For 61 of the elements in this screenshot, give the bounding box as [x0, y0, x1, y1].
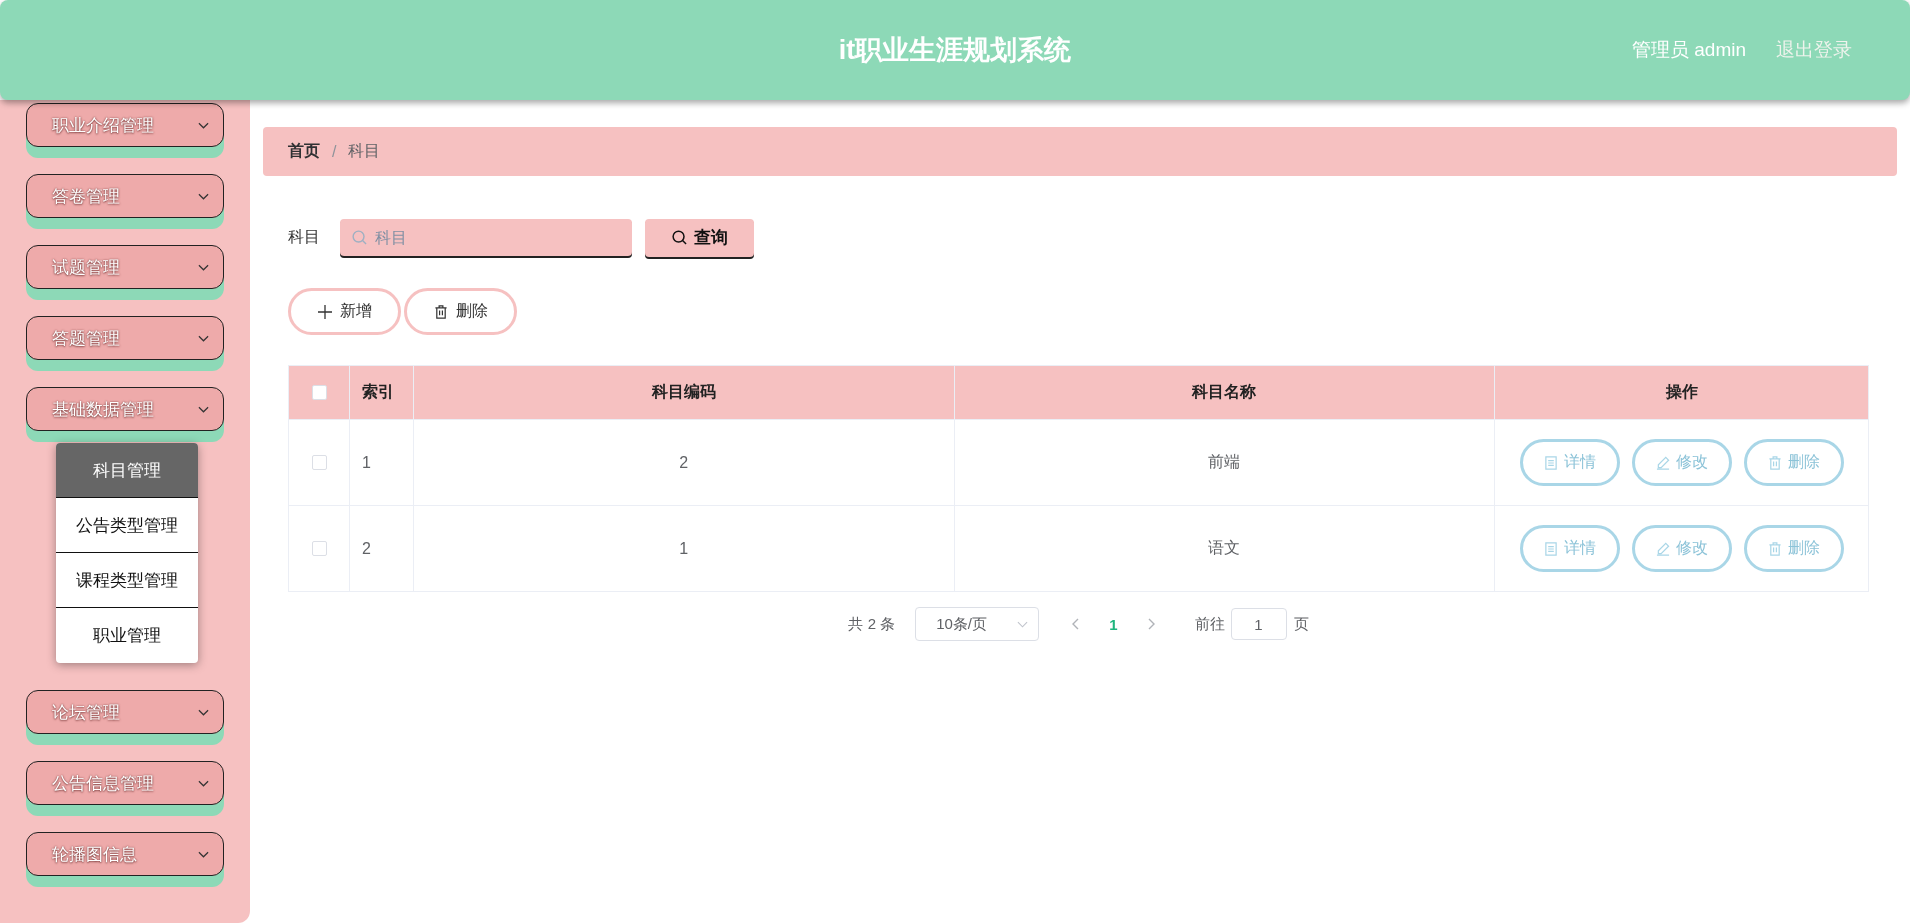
column-header: 科目名称	[954, 366, 1495, 420]
column-header: 索引	[350, 366, 414, 420]
pen-icon	[1655, 455, 1670, 470]
breadcrumb-current: 科目	[348, 141, 381, 161]
document-icon	[1543, 455, 1558, 470]
add-button[interactable]: 新增	[288, 288, 401, 335]
pen-icon	[1655, 541, 1670, 556]
user-label: 管理员 admin	[1631, 38, 1746, 62]
page-size-select[interactable]: 10条/页	[915, 607, 1040, 641]
table-cell: 1	[414, 506, 955, 592]
submenu-item[interactable]: 职业管理	[56, 608, 198, 663]
row-checkbox[interactable]	[311, 541, 327, 556]
trash-icon	[1767, 541, 1782, 556]
goto-label: 前往	[1194, 614, 1225, 634]
document-icon	[1543, 541, 1558, 556]
table-cell: 前端	[954, 420, 1495, 506]
table-cell: 语文	[954, 506, 1495, 592]
search-icon	[671, 230, 687, 245]
submenu-item[interactable]: 公告类型管理	[56, 498, 198, 553]
table-cell: 2	[350, 506, 414, 592]
search-field[interactable]: 科目	[340, 219, 632, 256]
chevron-down-icon	[198, 263, 209, 271]
chevron-right-icon[interactable]	[1147, 618, 1155, 630]
trash-icon	[433, 304, 448, 319]
search-icon	[352, 230, 367, 245]
logout-link[interactable]: 退出登录	[1776, 37, 1852, 63]
page-number[interactable]: 1	[1109, 615, 1118, 633]
select-all-checkbox[interactable]	[311, 385, 327, 400]
page-jump-input[interactable]: 1	[1230, 608, 1287, 640]
delete-button[interactable]: 删除	[1743, 525, 1844, 572]
search-label: 科目	[288, 227, 320, 247]
chevron-down-icon	[198, 334, 209, 342]
chevron-left-icon[interactable]	[1072, 618, 1080, 630]
edit-button[interactable]: 修改	[1631, 525, 1732, 572]
delete-button[interactable]: 删除	[404, 288, 517, 335]
trash-icon	[1767, 455, 1782, 470]
app-title: it职业生涯规划系统	[838, 34, 1072, 67]
query-button[interactable]: 查询	[645, 218, 754, 257]
breadcrumb-separator: /	[332, 142, 337, 161]
breadcrumb-link[interactable]: 首页	[288, 141, 320, 162]
total-count: 共 2 条	[848, 614, 896, 634]
chevron-down-icon	[198, 850, 209, 858]
chevron-down-icon	[198, 405, 209, 413]
chevron-down-icon	[198, 121, 209, 129]
plus-icon	[317, 304, 332, 319]
submenu-item[interactable]: 课程类型管理	[56, 553, 198, 608]
chevron-down-icon	[1017, 620, 1029, 628]
chevron-down-icon	[198, 192, 209, 200]
table-cell: 1	[350, 420, 414, 506]
detail-button[interactable]: 详情	[1519, 525, 1620, 572]
delete-button[interactable]: 删除	[1743, 439, 1844, 486]
edit-button[interactable]: 修改	[1631, 439, 1732, 486]
column-header: 科目编码	[414, 366, 955, 420]
table-cell: 2	[414, 420, 955, 506]
page-suffix: 页	[1293, 614, 1309, 634]
row-checkbox[interactable]	[311, 455, 327, 470]
submenu-item[interactable]: 科目管理	[56, 443, 198, 498]
column-header: 操作	[1495, 366, 1868, 420]
detail-button[interactable]: 详情	[1519, 439, 1620, 486]
chevron-down-icon	[198, 708, 209, 716]
chevron-down-icon	[198, 779, 209, 787]
